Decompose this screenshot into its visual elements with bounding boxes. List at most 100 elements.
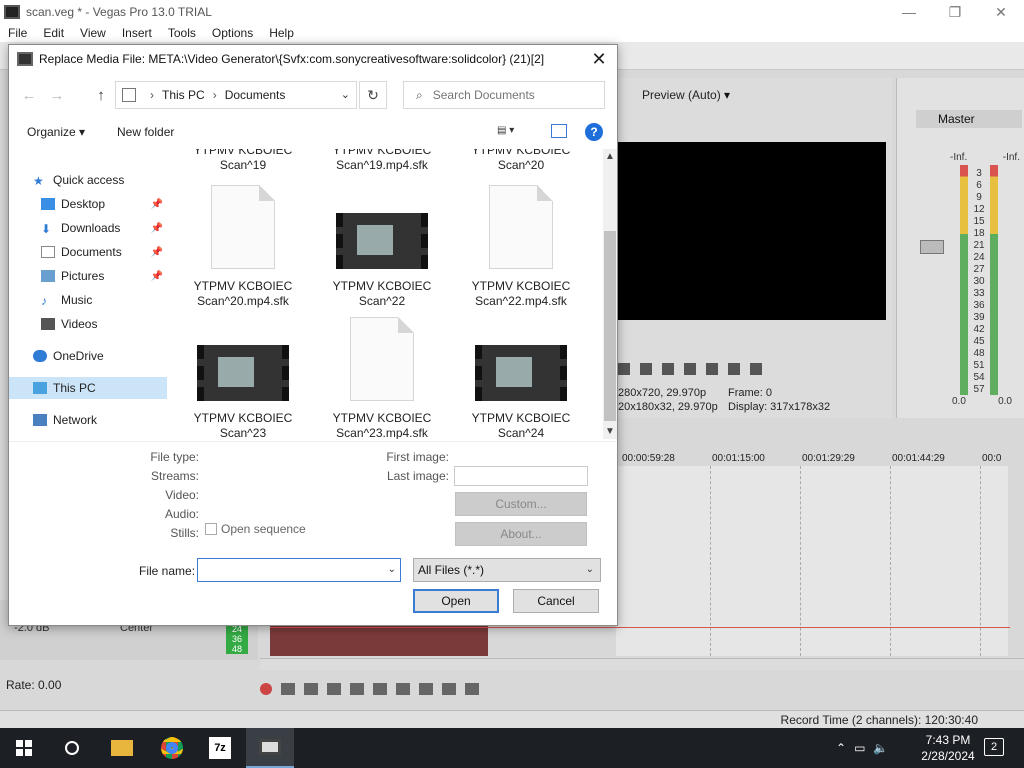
master-fader-handle[interactable] (920, 240, 944, 254)
file-name-combobox[interactable]: ⌄ (197, 558, 401, 582)
play-from-start-icon[interactable] (640, 363, 652, 375)
loop-icon[interactable] (618, 363, 630, 375)
go-to-start-icon[interactable] (396, 683, 410, 695)
breadcrumb-this-pc[interactable]: This PC (162, 88, 205, 102)
next-frame-icon[interactable] (465, 683, 479, 695)
nav-quick-access[interactable]: ★ Quick access (9, 169, 167, 191)
audio-clip[interactable] (270, 626, 488, 656)
menu-help[interactable]: Help (261, 26, 302, 40)
video-thumbnail (197, 345, 289, 401)
file-item[interactable]: YTPMV KCBOIEC Scan^19 (183, 149, 303, 173)
record-icon[interactable] (260, 683, 272, 695)
chevron-down-icon[interactable]: ⌄ (586, 564, 594, 575)
network-tray-icon[interactable]: ▭ (854, 741, 865, 755)
organize-button[interactable]: Organize ▾ (27, 125, 85, 139)
forward-arrow-icon[interactable]: → (47, 85, 67, 105)
search-input[interactable] (432, 88, 583, 102)
go-to-end-icon[interactable] (419, 683, 433, 695)
about-button[interactable]: About... (455, 522, 587, 546)
pause-icon[interactable] (684, 363, 696, 375)
nav-music[interactable]: ♪ Music (9, 289, 167, 311)
refresh-button[interactable]: ↻ (359, 81, 387, 109)
file-list-scrollbar[interactable]: ▲ ▼ (603, 149, 617, 439)
file-item[interactable]: YTPMV KCBOIEC Scan^23 (183, 345, 303, 439)
notification-center-icon[interactable]: 2 (984, 738, 1004, 756)
preview-quality-dropdown[interactable]: Preview (Auto) ▾ (642, 88, 730, 102)
address-history-dropdown-icon[interactable]: ⌄ (341, 88, 350, 101)
nav-desktop[interactable]: Desktop 📌 (9, 193, 167, 215)
file-explorer-button[interactable] (98, 728, 146, 768)
file-type-filter[interactable]: All Files (*.*) ⌄ (413, 558, 601, 582)
nav-pictures[interactable]: Pictures 📌 (9, 265, 167, 287)
file-item[interactable]: YTPMV KCBOIEC Scan^20.mp4.sfk (183, 185, 303, 309)
custom-button[interactable]: Custom... (455, 492, 587, 516)
chevron-right-icon[interactable]: › (150, 88, 154, 102)
app-menubar: File Edit View Insert Tools Options Help (0, 24, 1024, 42)
nav-network[interactable]: Network (9, 409, 167, 431)
play-icon[interactable] (327, 683, 341, 695)
nav-videos[interactable]: Videos (9, 313, 167, 335)
file-item[interactable]: YTPMV KCBOIEC Scan^20 (461, 149, 581, 173)
maximize-button[interactable]: ❐ (932, 0, 978, 24)
menu-edit[interactable]: Edit (35, 26, 72, 40)
back-arrow-icon[interactable]: ← (19, 85, 39, 105)
open-button[interactable]: Open (413, 589, 499, 613)
stop-icon[interactable] (706, 363, 718, 375)
scroll-up-icon[interactable]: ▲ (605, 151, 615, 162)
prev-frame-icon[interactable] (728, 363, 740, 375)
help-icon[interactable]: ? (585, 123, 603, 141)
menu-insert[interactable]: Insert (114, 26, 160, 40)
scroll-down-icon[interactable]: ▼ (605, 426, 615, 437)
nav-downloads[interactable]: ⬇ Downloads 📌 (9, 217, 167, 239)
stills-label: Stills: (170, 526, 199, 540)
vegas-icon (259, 739, 281, 755)
menu-options[interactable]: Options (204, 26, 261, 40)
cancel-button[interactable]: Cancel (513, 589, 599, 613)
checkbox-box[interactable] (205, 523, 217, 535)
file-name-input[interactable] (198, 559, 378, 581)
play-icon[interactable] (662, 363, 674, 375)
start-button[interactable] (0, 728, 48, 768)
breadcrumb-documents[interactable]: Documents (225, 88, 286, 102)
vegas-taskbar-button[interactable] (246, 728, 294, 768)
timeline-ruler[interactable]: 00:00:59:28 00:01:15:00 00:01:29:29 00:0… (616, 450, 1008, 466)
nav-onedrive[interactable]: OneDrive (9, 345, 167, 367)
menu-file[interactable]: File (0, 26, 35, 40)
next-frame-icon[interactable] (750, 363, 762, 375)
prev-frame-icon[interactable] (442, 683, 456, 695)
preview-pane-toggle-icon[interactable] (551, 124, 567, 138)
menu-view[interactable]: View (72, 26, 114, 40)
file-item[interactable]: YTPMV KCBOIEC Scan^22 (322, 213, 442, 309)
close-window-button[interactable]: ✕ (978, 0, 1024, 24)
scrollbar-thumb[interactable] (604, 231, 616, 421)
open-sequence-checkbox[interactable]: Open sequence (205, 522, 306, 536)
file-item[interactable]: YTPMV KCBOIEC Scan^19.mp4.sfk (322, 149, 442, 173)
menu-tools[interactable]: Tools (160, 26, 204, 40)
dialog-close-button[interactable]: ✕ (585, 47, 613, 71)
pause-icon[interactable] (350, 683, 364, 695)
file-item[interactable]: YTPMV KCBOIEC Scan^24 (461, 345, 581, 439)
up-arrow-icon[interactable]: ↑ (91, 85, 111, 105)
chevron-right-icon[interactable]: › (213, 88, 217, 102)
loop-playback-icon[interactable] (281, 683, 295, 695)
file-item[interactable]: YTPMV KCBOIEC Scan^22.mp4.sfk (461, 185, 581, 309)
minimize-button[interactable]: — (886, 0, 932, 24)
address-bar[interactable]: › This PC › Documents ⌄ (115, 81, 357, 109)
system-tray: ⌃ ▭ 🔈 (836, 728, 888, 768)
play-from-start-icon[interactable] (304, 683, 318, 695)
volume-muted-icon[interactable]: 🔈 (873, 741, 888, 755)
new-folder-button[interactable]: New folder (117, 125, 174, 139)
search-box[interactable]: ⌕ (403, 81, 605, 109)
taskbar-search-button[interactable] (48, 728, 96, 768)
change-view-button[interactable]: ▤ ▾ (497, 125, 527, 139)
nav-this-pc[interactable]: This PC (9, 377, 167, 399)
chevron-down-icon[interactable]: ⌄ (388, 564, 396, 575)
nav-documents[interactable]: Documents 📌 (9, 241, 167, 263)
stop-icon[interactable] (373, 683, 387, 695)
taskbar-clock[interactable]: 7:43 PM 2/28/2024 (916, 732, 980, 764)
chevron-up-icon[interactable]: ⌃ (836, 741, 846, 755)
7zip-button[interactable]: 7z (196, 728, 244, 768)
timeline-horizontal-scrollbar[interactable] (260, 658, 1024, 670)
file-item[interactable]: YTPMV KCBOIEC Scan^23.mp4.sfk (322, 317, 442, 439)
chrome-button[interactable] (148, 728, 196, 768)
